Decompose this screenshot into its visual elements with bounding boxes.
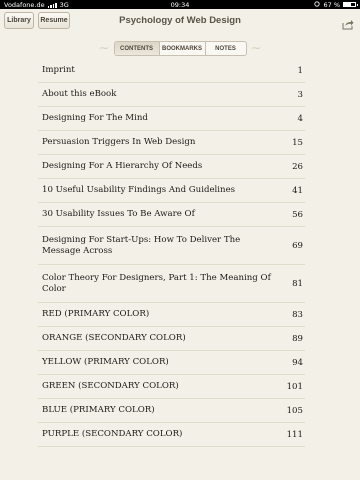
clock: 09:34 (170, 0, 190, 9)
toc-item-title: YELLOW (PRIMARY COLOR) (42, 357, 169, 367)
toc-item-page: 89 (292, 333, 303, 344)
toc-item-title: GREEN (SECONDARY COLOR) (42, 381, 179, 391)
toc-item-page: 111 (286, 429, 303, 440)
toc-item-page: 4 (297, 113, 303, 124)
toc-item-title: Imprint (42, 65, 75, 75)
toc-item[interactable]: Persuasion Triggers In Web Design 15 (38, 131, 305, 155)
toc-item-page: 101 (286, 381, 303, 392)
toc-item-title: Designing For Start-Ups: How To Deliver … (42, 234, 241, 256)
reader-toolbar: Library Resume Psychology of Web Design (0, 9, 360, 32)
toc-item[interactable]: Color Theory For Designers, Part 1: The … (38, 265, 305, 303)
toc-item-page: 41 (292, 185, 303, 196)
network-label: 3G (59, 0, 69, 9)
toc-item[interactable]: Imprint 1 (38, 59, 305, 83)
toc-item-page: 56 (292, 209, 303, 220)
toc-item[interactable]: YELLOW (PRIMARY COLOR) 94 (38, 351, 305, 375)
toc-item-title: Color Theory For Designers, Part 1: The … (42, 272, 271, 294)
tab-bookmarks[interactable]: BOOKMARKS (158, 42, 205, 55)
toc-item[interactable]: PURPLE (SECONDARY COLOR) 111 (38, 423, 305, 447)
toc-item[interactable]: BLUE (PRIMARY COLOR) 105 (38, 399, 305, 423)
toc-item-page: 3 (297, 89, 303, 100)
battery-icon (343, 2, 358, 7)
toc-item-page: 1 (297, 65, 303, 76)
ornament-right-icon: ⁓ (251, 43, 261, 54)
tab-contents[interactable]: CONTENTS (114, 42, 159, 55)
status-bar: Vodafone.de 3G 09:34 67 % (0, 0, 360, 9)
toc-item-title: Persuasion Triggers In Web Design (42, 137, 196, 147)
table-of-contents: Imprint 1 About this eBook 3 Designing For… (38, 59, 305, 447)
tab-notes[interactable]: NOTES (204, 42, 246, 55)
toc-item-title: Designing For A Hierarchy Of Needs (42, 161, 203, 171)
toc-item-page: 81 (292, 278, 303, 289)
toc-item-title: RED (PRIMARY COLOR) (42, 309, 150, 319)
toc-item-page: 69 (292, 240, 303, 251)
library-button[interactable]: Library (4, 12, 34, 29)
toc-item-title: Designing For The Mind (42, 113, 148, 123)
toc-item[interactable]: 30 Usability Issues To Be Aware Of 56 (38, 203, 305, 227)
toc-item-page: 83 (292, 309, 303, 320)
toc-item-page: 94 (292, 357, 303, 368)
toc-item-page: 26 (292, 161, 303, 172)
toc-item-title: ORANGE (SECONDARY COLOR) (42, 333, 186, 343)
toc-item[interactable]: RED (PRIMARY COLOR) 83 (38, 303, 305, 327)
toc-item[interactable]: Designing For Start-Ups: How To Deliver … (38, 227, 305, 265)
toc-item[interactable]: Designing For A Hierarchy Of Needs 26 (38, 155, 305, 179)
carrier-label: Vodafone.de (4, 0, 45, 9)
toc-item[interactable]: Designing For The Mind 4 (38, 107, 305, 131)
toc-item[interactable]: About this eBook 3 (38, 83, 305, 107)
ornament-left-icon: ⁓ (99, 43, 109, 54)
toc-item-page: 105 (286, 405, 303, 416)
toc-item-title: 10 Useful Usability Findings And Guideli… (42, 185, 236, 195)
toc-item[interactable]: GREEN (SECONDARY COLOR) 101 (38, 375, 305, 399)
toc-item-title: 30 Usability Issues To Be Aware Of (42, 209, 195, 219)
signal-icon (47, 2, 57, 8)
toc-tabs-wrapper: ⁓ CONTENTS BOOKMARKS NOTES ⁓ (0, 40, 360, 57)
toc-item-title: BLUE (PRIMARY COLOR) (42, 405, 155, 415)
resume-button[interactable]: Resume (38, 12, 70, 29)
toc-item[interactable]: 10 Useful Usability Findings And Guideli… (38, 179, 305, 203)
toc-segmented-control: CONTENTS BOOKMARKS NOTES (113, 41, 247, 56)
lock-rotation-icon (314, 0, 321, 9)
toc-item-page: 15 (292, 137, 303, 148)
toc-item-title: About this eBook (42, 89, 117, 99)
toc-item-title: PURPLE (SECONDARY COLOR) (42, 429, 183, 439)
toc-item[interactable]: ORANGE (SECONDARY COLOR) 89 (38, 327, 305, 351)
battery-percent: 67 % (323, 0, 340, 9)
share-icon[interactable] (342, 15, 354, 30)
